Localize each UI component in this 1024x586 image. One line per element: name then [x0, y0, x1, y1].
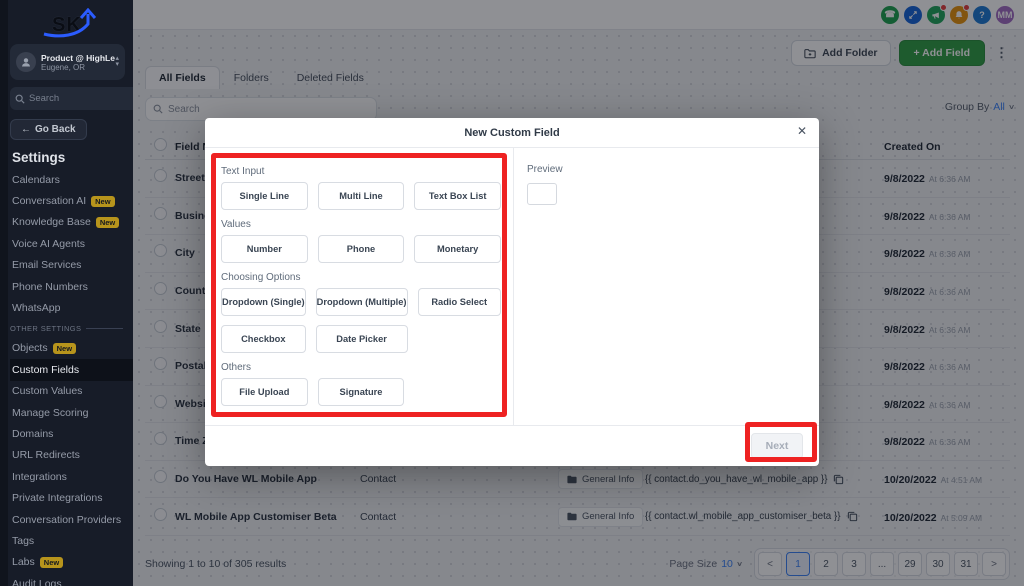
- go-back-label: Go Back: [35, 124, 76, 135]
- settings-heading: Settings: [12, 150, 133, 165]
- account-location: Eugene, OR: [41, 63, 115, 72]
- back-arrow-icon: ←: [21, 124, 31, 135]
- close-icon[interactable]: ✕: [797, 125, 807, 137]
- field-type-single-line[interactable]: Single Line: [221, 182, 308, 210]
- sidebar-item-audit-logs[interactable]: Audit Logs: [10, 573, 133, 586]
- sidebar-search: ⌘ K: [10, 87, 133, 110]
- new-custom-field-modal: New Custom Field ✕ Text Input Single Lin…: [205, 118, 819, 466]
- sidebar-item-conversation-ai[interactable]: Conversation AINew: [10, 190, 133, 211]
- sidebar: SK Product @ HighLevel Eugene, OR ▴ ▾: [0, 0, 133, 586]
- sidebar-item-conversation-providers[interactable]: Conversation Providers: [10, 509, 133, 530]
- field-type-radio-select[interactable]: Radio Select: [418, 288, 502, 316]
- preview-field-box: [527, 183, 557, 205]
- sidebar-item-knowledge-base[interactable]: Knowledge BaseNew: [10, 212, 133, 233]
- modal-title: New Custom Field: [464, 127, 559, 139]
- sidebar-item-voice-ai-agents[interactable]: Voice AI Agents: [10, 233, 133, 254]
- sidebar-item-phone-numbers[interactable]: Phone Numbers: [10, 276, 133, 297]
- field-type-text-box-list[interactable]: Text Box List: [414, 182, 501, 210]
- modal-footer: Next: [205, 425, 819, 466]
- field-type-dropdown-multiple[interactable]: Dropdown (Multiple): [316, 288, 408, 316]
- account-switcher[interactable]: Product @ HighLevel Eugene, OR ▴ ▾: [10, 44, 125, 80]
- preview-panel: Preview: [527, 164, 563, 205]
- search-icon: [15, 94, 25, 104]
- section-label: Others: [221, 362, 501, 373]
- field-type-checkbox[interactable]: Checkbox: [221, 325, 306, 353]
- modal-divider: [513, 148, 514, 425]
- field-type-signature[interactable]: Signature: [318, 378, 405, 406]
- new-badge: New: [96, 217, 119, 228]
- sidebar-item-labs[interactable]: LabsNew: [10, 552, 133, 573]
- sidebar-search-input[interactable]: [29, 93, 133, 104]
- field-type-monetary[interactable]: Monetary: [414, 235, 501, 263]
- field-type-file-upload[interactable]: File Upload: [221, 378, 308, 406]
- field-type-number[interactable]: Number: [221, 235, 308, 263]
- field-type-date-picker[interactable]: Date Picker: [316, 325, 408, 353]
- new-badge: New: [91, 196, 114, 207]
- other-settings-divider: OTHER SETTINGS: [10, 319, 133, 338]
- chevron-up-down-icon: ▴ ▾: [115, 56, 119, 68]
- app-root: SK Product @ HighLevel Eugene, OR ▴ ▾: [0, 0, 1024, 586]
- section-label: Text Input: [221, 166, 501, 177]
- field-type-multi-line[interactable]: Multi Line: [318, 182, 405, 210]
- sidebar-item-domains[interactable]: Domains: [10, 423, 133, 444]
- sidebar-item-calendars[interactable]: Calendars: [10, 169, 133, 190]
- sidebar-item-objects[interactable]: ObjectsNew: [10, 338, 133, 359]
- new-badge: New: [53, 343, 76, 354]
- sidebar-item-private-integrations[interactable]: Private Integrations: [10, 487, 133, 508]
- sidebar-item-manage-scoring[interactable]: Manage Scoring: [10, 402, 133, 423]
- account-name: Product @ HighLevel: [41, 53, 115, 63]
- go-back-button[interactable]: ← Go Back: [10, 119, 87, 140]
- field-type-panel: Text Input Single Line Multi Line Text B…: [221, 166, 501, 415]
- sidebar-menu: Calendars Conversation AINew Knowledge B…: [10, 169, 133, 586]
- sidebar-item-custom-values[interactable]: Custom Values: [10, 381, 133, 402]
- sidebar-item-integrations[interactable]: Integrations: [10, 466, 133, 487]
- sidebar-item-url-redirects[interactable]: URL Redirects: [10, 445, 133, 466]
- sidebar-item-whatsapp[interactable]: WhatsApp: [10, 297, 133, 318]
- section-label: Choosing Options: [221, 272, 501, 283]
- preview-label: Preview: [527, 164, 563, 175]
- sidebar-item-email-services[interactable]: Email Services: [10, 255, 133, 276]
- sidebar-item-custom-fields[interactable]: Custom Fields: [10, 359, 133, 380]
- brand-logo[interactable]: SK: [38, 8, 108, 38]
- arrow-up-logo-icon: [38, 8, 104, 38]
- section-label: Values: [221, 219, 501, 230]
- field-type-dropdown-single[interactable]: Dropdown (Single): [221, 288, 306, 316]
- sidebar-item-tags[interactable]: Tags: [10, 530, 133, 551]
- account-avatar-icon: [16, 52, 36, 72]
- next-button[interactable]: Next: [751, 433, 803, 459]
- new-badge: New: [40, 557, 63, 568]
- field-type-phone[interactable]: Phone: [318, 235, 405, 263]
